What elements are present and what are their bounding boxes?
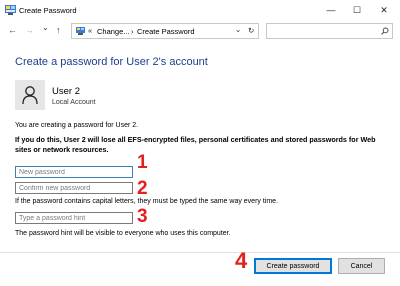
title-bar: Create Password — ☐ ✕ bbox=[0, 0, 400, 20]
up-arrow-icon[interactable]: ↑ bbox=[56, 25, 61, 35]
annotation-3: 3 bbox=[137, 206, 148, 227]
user-name: User 2 bbox=[52, 86, 80, 97]
address-dropdown-icon[interactable]: ⌄ bbox=[235, 25, 241, 34]
close-button[interactable]: ✕ bbox=[371, 2, 397, 18]
user-icon bbox=[22, 86, 38, 105]
window-title: Create Password bbox=[19, 6, 77, 15]
recent-locations-icon[interactable]: ⌄ bbox=[42, 23, 49, 32]
search-icon[interactable] bbox=[381, 27, 389, 35]
efs-warning-text: If you do this, User 2 will lose all EFS… bbox=[15, 135, 376, 154]
breadcrumb-separator-icon: › bbox=[131, 27, 134, 36]
maximize-button[interactable]: ☐ bbox=[344, 2, 370, 18]
back-arrow-icon[interactable]: ← bbox=[8, 25, 17, 35]
control-panel-icon bbox=[5, 5, 16, 15]
search-input[interactable] bbox=[270, 26, 375, 36]
cancel-button[interactable]: Cancel bbox=[338, 258, 385, 274]
forward-arrow-icon[interactable]: → bbox=[25, 25, 34, 35]
new-password-field[interactable] bbox=[15, 166, 133, 178]
account-type: Local Account bbox=[52, 99, 96, 106]
creating-password-text: You are creating a password for User 2. bbox=[15, 122, 139, 129]
breadcrumb-item[interactable]: Change... bbox=[97, 27, 130, 36]
confirm-password-field[interactable] bbox=[15, 182, 133, 194]
annotation-1: 1 bbox=[137, 152, 148, 173]
user-avatar bbox=[15, 80, 45, 110]
annotation-4: 4 bbox=[235, 248, 248, 273]
minimize-button[interactable]: — bbox=[318, 2, 344, 18]
page-title: Create a password for User 2's account bbox=[15, 56, 208, 68]
breadcrumb-item[interactable]: Create Password bbox=[137, 27, 195, 36]
button-area-divider bbox=[0, 252, 400, 253]
password-hint-field[interactable] bbox=[15, 212, 133, 224]
create-password-button[interactable]: Create password bbox=[254, 258, 332, 274]
control-panel-icon bbox=[76, 27, 85, 35]
refresh-icon[interactable]: ↻ bbox=[248, 26, 254, 35]
navigation-bar: ← → ⌄ ↑ « Change... › Create Password ⌄ … bbox=[0, 20, 400, 42]
capital-letters-note: If the password contains capital letters… bbox=[15, 198, 279, 205]
address-bar[interactable]: « Change... › Create Password ⌄ ↻ bbox=[71, 23, 259, 39]
hint-visibility-note: The password hint will be visible to eve… bbox=[15, 230, 231, 237]
chevron-left-icon[interactable]: « bbox=[88, 26, 92, 35]
search-box[interactable] bbox=[266, 23, 393, 39]
